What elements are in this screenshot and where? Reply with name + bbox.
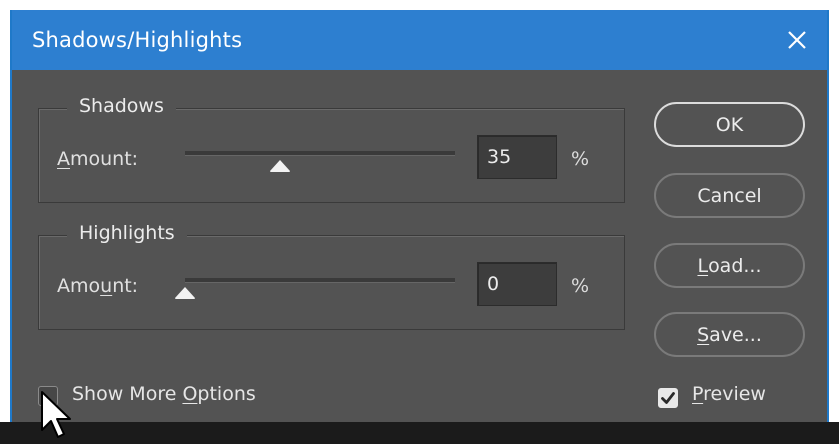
shadows-amount-slider[interactable]	[185, 151, 455, 172]
shadows-percent-unit: %	[571, 148, 590, 170]
shadows-amount-label: Amount:	[57, 148, 138, 170]
load-button[interactable]: Load...	[654, 243, 805, 288]
preview-label[interactable]: Preview	[692, 383, 766, 405]
save-mnemonic: S	[697, 323, 710, 346]
highlights-amount-label: Amount:	[57, 275, 138, 297]
highlights-amount-label-post: nt:	[112, 275, 139, 297]
highlights-amount-input[interactable]: 0	[477, 262, 557, 306]
shadows-amount-label-mnemonic: A	[57, 148, 70, 170]
checkmark-icon	[661, 392, 675, 404]
save-label: ave...	[709, 323, 762, 346]
background-strip	[0, 422, 839, 444]
shadows-amount-input[interactable]: 35	[477, 135, 557, 179]
highlights-percent-unit: %	[571, 275, 590, 297]
cancel-button[interactable]: Cancel	[654, 173, 805, 218]
highlights-group: Highlights Amount: 0 %	[38, 222, 625, 330]
load-mnemonic: L	[697, 254, 709, 277]
show-more-post: ptions	[197, 383, 256, 405]
highlights-amount-label-mnemonic: u	[100, 275, 113, 297]
load-label: oad...	[708, 254, 762, 277]
show-more-mnemonic: O	[182, 383, 198, 405]
shadows-highlights-dialog: Shadows/Highlights Shadows Amount: 35 % …	[10, 10, 829, 422]
shadows-legend: Shadows	[67, 95, 176, 117]
mouse-pointer-icon	[41, 391, 71, 438]
highlights-legend: Highlights	[67, 222, 187, 244]
shadows-amount-label-post: mount:	[70, 148, 139, 170]
shadows-group: Shadows Amount: 35 %	[38, 95, 625, 203]
title-bar[interactable]: Shadows/Highlights	[12, 10, 827, 70]
preview-checkbox[interactable]	[658, 388, 678, 408]
close-button[interactable]	[777, 20, 817, 60]
preview-label-rest: review	[703, 383, 766, 405]
show-more-pre: Show More	[72, 383, 183, 405]
highlights-amount-slider[interactable]	[175, 278, 455, 299]
preview-mnemonic: P	[692, 383, 704, 405]
close-icon	[788, 31, 806, 49]
show-more-options-label[interactable]: Show More Options	[72, 383, 256, 405]
highlights-amount-label-pre: Amo	[57, 275, 101, 297]
ok-button[interactable]: OK	[654, 102, 805, 147]
save-button[interactable]: Save...	[654, 312, 805, 357]
dialog-title: Shadows/Highlights	[32, 28, 243, 52]
